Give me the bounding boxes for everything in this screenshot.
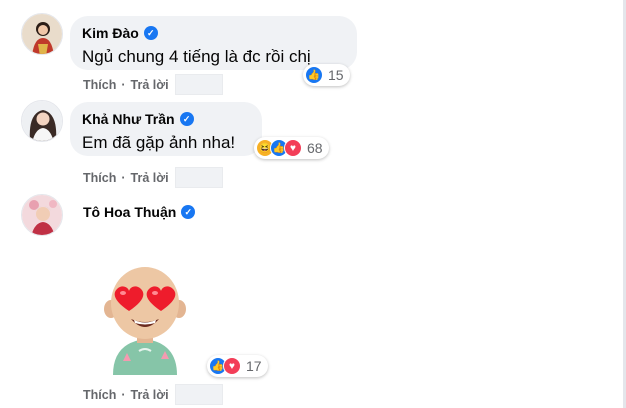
love-icon: ♥ <box>223 357 241 375</box>
comment-actions: Thích · Trả lời <box>83 74 223 95</box>
timestamp-redacted[interactable] <box>174 167 223 188</box>
author-name[interactable]: Tô Hoa Thuận <box>83 203 176 221</box>
author-name[interactable]: Kim Đào <box>82 24 139 42</box>
like-button[interactable]: Thích <box>83 78 116 92</box>
separator: · <box>121 387 126 402</box>
verified-badge-icon: ✓ <box>143 26 158 40</box>
verified-badge-icon: ✓ <box>179 112 194 126</box>
comment-author: Kim Đào ✓ <box>82 24 345 42</box>
comment-text: Em đã gặp ảnh nha! <box>82 133 236 152</box>
heart-eyes-sticker[interactable] <box>103 265 187 375</box>
comment-bubble: Kim Đào ✓ Ngủ chung 4 tiếng là đc rồi ch… <box>70 16 357 70</box>
timestamp-redacted[interactable] <box>174 74 223 95</box>
comment-author: Tô Hoa Thuận ✓ <box>83 203 196 221</box>
reply-button[interactable]: Trả lời <box>131 388 169 402</box>
love-icon: ♥ <box>284 139 302 157</box>
like-button[interactable]: Thích <box>83 171 116 185</box>
separator: · <box>121 77 126 92</box>
like-button[interactable]: Thích <box>83 388 116 402</box>
timestamp-redacted[interactable] <box>174 384 223 405</box>
like-icon: 👍 <box>305 66 323 84</box>
verified-badge-icon: ✓ <box>181 205 196 219</box>
comment-text: Ngủ chung 4 tiếng là đc rồi chị <box>82 47 311 66</box>
comment-author: Khả Như Trần ✓ <box>82 110 250 128</box>
reaction-count: 15 <box>328 67 344 83</box>
reply-button[interactable]: Trả lời <box>131 78 169 92</box>
author-name[interactable]: Khả Như Trần <box>82 110 175 128</box>
reaction-count: 68 <box>307 140 323 156</box>
reaction-count: 17 <box>246 358 262 374</box>
comment-actions: Thích · Trả lời <box>83 384 223 405</box>
comment-actions: Thích · Trả lời <box>83 167 223 188</box>
reply-button[interactable]: Trả lời <box>131 171 169 185</box>
reaction-summary[interactable]: 👍 ♥ 17 <box>207 355 268 377</box>
avatar[interactable] <box>21 100 63 142</box>
reaction-summary[interactable]: 👍 15 <box>303 64 350 86</box>
avatar[interactable] <box>21 194 63 236</box>
reaction-summary[interactable]: 😆 👍 ♥ 68 <box>254 137 329 159</box>
comment-bubble: Khả Như Trần ✓ Em đã gặp ảnh nha! <box>70 102 262 156</box>
avatar[interactable] <box>21 13 63 55</box>
cropped-previous-actions <box>120 0 300 6</box>
separator: · <box>121 170 126 185</box>
